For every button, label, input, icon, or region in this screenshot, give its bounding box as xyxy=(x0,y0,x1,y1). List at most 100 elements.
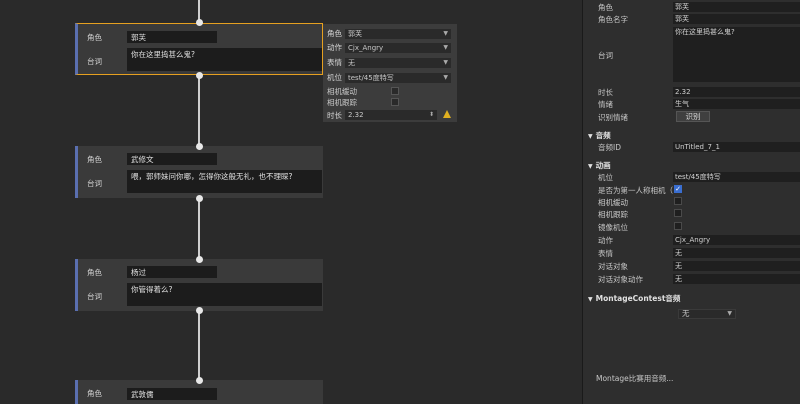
montage-dropdown[interactable]: 无 ▼ xyxy=(678,309,736,319)
line-field[interactable]: 喂，郭师妹问你哪，怎得你这般无礼，也不理睬? xyxy=(127,170,322,193)
target-label: 对话对象 xyxy=(598,262,628,271)
recognize-label: 识别情绪 xyxy=(598,113,628,122)
camera-label: 机位 xyxy=(598,173,613,182)
dialogue-node[interactable]: 角色 武修文 台词 喂，郭师妹问你哪，怎得你这般无礼，也不理睬? xyxy=(75,146,323,198)
output-pin[interactable] xyxy=(195,307,203,314)
input-pin[interactable] xyxy=(195,19,203,26)
role-dropdown-value: 郭芙 xyxy=(348,30,362,38)
line-textarea[interactable]: 你在这里捣甚么鬼? xyxy=(673,27,800,82)
montage-footer: Montage比赛用音频... xyxy=(596,374,674,383)
camera-move-label: 相机缓动 xyxy=(598,198,628,207)
line-label: 台词 xyxy=(87,179,102,188)
output-pin[interactable] xyxy=(195,195,203,202)
camera-follow-label: 相机跟踪 xyxy=(598,210,628,219)
role-field[interactable]: 郭芙 xyxy=(673,2,800,12)
output-pin[interactable] xyxy=(195,72,203,79)
triangle-down-icon: ▼ xyxy=(588,163,593,170)
camera-dropdown[interactable]: test/45度特写 ▼ xyxy=(345,73,451,83)
camera-label: 机位 xyxy=(327,73,342,82)
role-label: 角色 xyxy=(87,389,102,398)
line-label: 台词 xyxy=(87,57,102,66)
camera-move-checkbox[interactable] xyxy=(391,87,399,95)
input-pin[interactable] xyxy=(195,143,203,150)
camera-follow-checkbox[interactable] xyxy=(391,98,399,106)
camera-move-checkbox[interactable] xyxy=(674,197,682,205)
expression-dropdown[interactable]: 无 ▼ xyxy=(345,58,451,68)
camera-dropdown-value: test/45度特写 xyxy=(348,74,394,82)
role-label: 角色 xyxy=(598,3,613,12)
triangle-down-icon: ▼ xyxy=(588,296,593,303)
first-person-label: 是否为第一人称相机（ xyxy=(598,186,673,195)
duration-field[interactable]: 2.32 xyxy=(673,87,800,97)
role-field[interactable]: 杨过 xyxy=(127,266,217,278)
chevron-down-icon: ▼ xyxy=(727,310,732,317)
action-dropdown[interactable]: Cjx_Angry ▼ xyxy=(345,43,451,53)
action-label: 动作 xyxy=(327,43,342,52)
input-pin[interactable] xyxy=(195,256,203,263)
input-pin[interactable] xyxy=(195,377,203,384)
role-name-field[interactable]: 郭芙 xyxy=(673,14,800,24)
target-field[interactable]: 无 xyxy=(673,261,800,271)
chevron-down-icon: ▼ xyxy=(443,74,448,81)
animation-section-title: 动画 xyxy=(595,161,611,170)
graph-canvas[interactable]: 角色 郭芙 台词 你在这里捣甚么鬼? 角色 武修文 台词 喂，郭师妹问你哪，怎得… xyxy=(0,0,582,404)
audio-section-header[interactable]: ▼ 音频 xyxy=(588,130,611,141)
role-field[interactable]: 郭芙 xyxy=(127,31,217,43)
role-label: 角色 xyxy=(327,29,342,38)
montage-section-title: MontageContest音频 xyxy=(595,294,681,303)
action-field[interactable]: Cjx_Angry xyxy=(673,235,800,245)
connection-wire xyxy=(198,310,200,380)
emotion-label: 情绪 xyxy=(598,100,613,109)
camera-field[interactable]: test/45度特写 xyxy=(673,172,800,182)
connection-wire xyxy=(198,74,200,147)
audio-section-title: 音频 xyxy=(595,131,611,140)
line-field[interactable]: 你在这里捣甚么鬼? xyxy=(127,48,322,71)
role-label: 角色 xyxy=(87,268,102,277)
action-dropdown-value: Cjx_Angry xyxy=(348,44,384,52)
camera-move-label: 相机缓动 xyxy=(327,87,357,96)
recognize-button[interactable]: 识别 xyxy=(676,111,710,122)
action-label: 动作 xyxy=(598,236,613,245)
warning-icon xyxy=(443,110,451,118)
target-action-label: 对话对象动作 xyxy=(598,275,643,284)
role-label: 角色 xyxy=(87,33,102,42)
montage-dropdown-value: 无 xyxy=(682,309,690,318)
duration-label: 时长 xyxy=(327,111,342,120)
duration-value: 2.32 xyxy=(348,111,364,119)
target-action-field[interactable]: 无 xyxy=(673,274,800,284)
chevron-down-icon: ▼ xyxy=(443,59,448,66)
duration-label: 时长 xyxy=(598,88,613,97)
expression-dropdown-value: 无 xyxy=(348,59,355,67)
role-name-label: 角色名字 xyxy=(598,15,628,24)
connection-wire xyxy=(198,197,200,260)
role-field[interactable]: 武修文 xyxy=(127,153,217,165)
expression-label: 表情 xyxy=(598,249,613,258)
role-field[interactable]: 武敦儒 xyxy=(127,388,217,400)
mirror-label: 镜像机位 xyxy=(598,223,628,232)
node-side-panel: 角色 郭芙 ▼ 动作 Cjx_Angry ▼ 表情 无 ▼ 机位 test/45度特写… xyxy=(323,24,457,122)
spinner-icon[interactable]: ⬍ xyxy=(429,110,434,120)
properties-panel: 角色 郭芙 角色名字 郭芙 台词 你在这里捣甚么鬼? 时长 2.32 情绪 生气… xyxy=(582,0,800,404)
camera-follow-checkbox[interactable] xyxy=(674,209,682,217)
role-dropdown[interactable]: 郭芙 ▼ xyxy=(345,29,451,39)
dialogue-node[interactable]: 角色 杨过 台词 你管得着么? xyxy=(75,259,323,311)
expression-field[interactable]: 无 xyxy=(673,248,800,258)
duration-spinbox[interactable]: 2.32 ⬍ xyxy=(345,110,437,120)
montage-section-header[interactable]: ▼ MontageContest音频 xyxy=(588,293,680,304)
line-label: 台词 xyxy=(598,51,613,60)
dialogue-node[interactable]: 角色 郭芙 台词 你在这里捣甚么鬼? xyxy=(75,23,323,75)
animation-section-header[interactable]: ▼ 动画 xyxy=(588,160,611,171)
line-label: 台词 xyxy=(87,292,102,301)
line-field[interactable]: 你管得着么? xyxy=(127,283,322,306)
emotion-field[interactable]: 生气 xyxy=(673,99,800,109)
audio-id-label: 音频ID xyxy=(598,143,621,152)
chevron-down-icon: ▼ xyxy=(443,30,448,37)
camera-follow-label: 相机跟踪 xyxy=(327,98,357,107)
expression-label: 表情 xyxy=(327,58,342,67)
mirror-checkbox[interactable] xyxy=(674,222,682,230)
chevron-down-icon: ▼ xyxy=(443,44,448,51)
triangle-down-icon: ▼ xyxy=(588,133,593,140)
role-label: 角色 xyxy=(87,155,102,164)
audio-id-field[interactable]: UnTitled_7_1 xyxy=(673,142,800,152)
first-person-checkbox[interactable]: ✓ xyxy=(674,185,682,193)
